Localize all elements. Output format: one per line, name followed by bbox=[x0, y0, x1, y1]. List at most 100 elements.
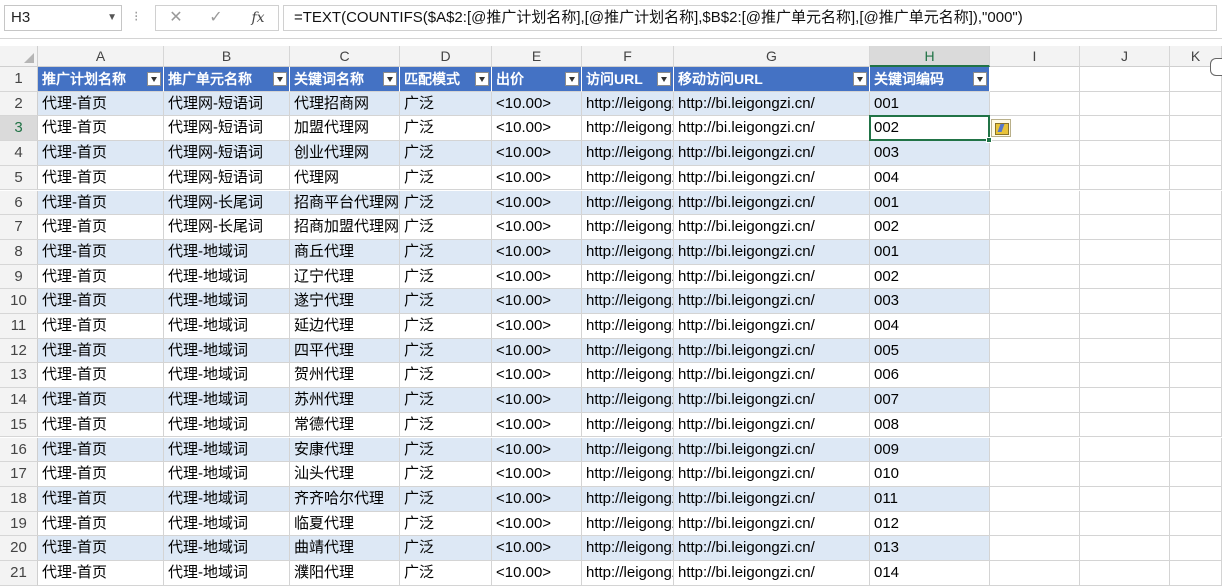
fill-handle[interactable] bbox=[986, 137, 992, 144]
chevron-down-icon[interactable]: ▼ bbox=[107, 6, 117, 30]
table-cell[interactable]: <10.00> bbox=[492, 412, 582, 438]
table-header-cell[interactable]: 推广计划名称 bbox=[38, 67, 164, 92]
column-header-a[interactable]: A bbox=[38, 46, 164, 67]
table-cell[interactable]: 代理-首页 bbox=[38, 116, 164, 142]
table-cell[interactable]: http://bi.leigongzi.cn/ bbox=[674, 314, 870, 339]
table-cell[interactable]: 广泛 bbox=[400, 289, 492, 314]
table-cell[interactable]: <10.00> bbox=[492, 388, 582, 413]
table-cell[interactable]: <10.00> bbox=[492, 141, 582, 166]
empty-cell[interactable] bbox=[990, 462, 1080, 487]
table-cell[interactable]: 四平代理 bbox=[290, 338, 400, 364]
table-cell[interactable]: 代理网-长尾词 bbox=[164, 190, 290, 216]
empty-cell[interactable] bbox=[1170, 338, 1222, 364]
table-cell[interactable]: 012 bbox=[870, 511, 990, 537]
select-all-corner[interactable] bbox=[0, 46, 38, 67]
empty-cell[interactable] bbox=[1170, 536, 1222, 561]
empty-cell[interactable] bbox=[1080, 264, 1170, 290]
table-cell[interactable]: 广泛 bbox=[400, 486, 492, 512]
row-header[interactable]: 12 bbox=[0, 338, 38, 364]
row-header[interactable]: 16 bbox=[0, 437, 38, 463]
column-header-e[interactable]: E bbox=[492, 46, 582, 67]
empty-cell[interactable] bbox=[1170, 511, 1222, 537]
table-cell[interactable]: http://leigongzi.cn/ bbox=[582, 141, 674, 166]
empty-cell[interactable] bbox=[1080, 437, 1170, 463]
table-cell[interactable]: 广泛 bbox=[400, 561, 492, 586]
table-cell[interactable]: 003 bbox=[870, 141, 990, 166]
table-cell[interactable]: http://bi.leigongzi.cn/ bbox=[674, 363, 870, 389]
empty-cell[interactable] bbox=[1080, 116, 1170, 142]
empty-cell[interactable] bbox=[1080, 314, 1170, 339]
table-cell[interactable]: 代理-地域词 bbox=[164, 511, 290, 537]
table-cell[interactable]: 辽宁代理 bbox=[290, 264, 400, 290]
row-header[interactable]: 8 bbox=[0, 239, 38, 265]
table-cell[interactable]: 代理-首页 bbox=[38, 462, 164, 487]
table-cell[interactable]: http://bi.leigongzi.cn/ bbox=[674, 165, 870, 191]
empty-cell[interactable] bbox=[990, 190, 1080, 216]
table-cell[interactable]: 代理-首页 bbox=[38, 141, 164, 166]
table-cell[interactable]: 代理-首页 bbox=[38, 536, 164, 561]
table-cell[interactable]: 广泛 bbox=[400, 141, 492, 166]
table-cell[interactable]: http://bi.leigongzi.cn/ bbox=[674, 338, 870, 364]
table-cell[interactable]: <10.00> bbox=[492, 363, 582, 389]
table-cell[interactable]: <10.00> bbox=[492, 215, 582, 240]
table-header-cell[interactable]: 匹配模式 bbox=[400, 67, 492, 92]
table-cell[interactable]: 001 bbox=[870, 239, 990, 265]
filter-dropdown-icon[interactable] bbox=[383, 72, 397, 86]
table-cell[interactable]: 005 bbox=[870, 338, 990, 364]
table-cell[interactable]: 001 bbox=[870, 91, 990, 117]
row-header[interactable]: 14 bbox=[0, 388, 38, 413]
table-cell[interactable]: 003 bbox=[870, 289, 990, 314]
table-cell[interactable]: http://leigongzi.cn/ bbox=[582, 511, 674, 537]
empty-cell[interactable] bbox=[1170, 462, 1222, 487]
empty-cell[interactable] bbox=[1080, 561, 1170, 586]
table-cell[interactable]: 002 bbox=[870, 116, 990, 142]
formula-input[interactable]: =TEXT(COUNTIFS($A$2:[@推广计划名称],[@推广计划名称],… bbox=[283, 5, 1217, 31]
table-cell[interactable]: 广泛 bbox=[400, 338, 492, 364]
table-cell[interactable]: 代理-首页 bbox=[38, 338, 164, 364]
row-header[interactable]: 21 bbox=[0, 561, 38, 586]
empty-cell[interactable] bbox=[990, 141, 1080, 166]
table-cell[interactable]: 代理-地域词 bbox=[164, 363, 290, 389]
empty-cell[interactable] bbox=[990, 264, 1080, 290]
empty-cell[interactable] bbox=[1170, 116, 1222, 142]
empty-cell[interactable] bbox=[1170, 165, 1222, 191]
empty-cell[interactable] bbox=[990, 561, 1080, 586]
empty-cell[interactable] bbox=[1080, 239, 1170, 265]
filter-dropdown-icon[interactable] bbox=[853, 72, 867, 86]
table-cell[interactable]: <10.00> bbox=[492, 264, 582, 290]
table-cell[interactable]: <10.00> bbox=[492, 116, 582, 142]
empty-cell[interactable] bbox=[1170, 561, 1222, 586]
table-cell[interactable]: 008 bbox=[870, 412, 990, 438]
empty-cell[interactable] bbox=[1080, 536, 1170, 561]
empty-cell[interactable] bbox=[990, 412, 1080, 438]
column-header-c[interactable]: C bbox=[290, 46, 400, 67]
column-header-i[interactable]: I bbox=[990, 46, 1080, 67]
table-cell[interactable]: 代理网-短语词 bbox=[164, 141, 290, 166]
table-cell[interactable]: 代理-地域词 bbox=[164, 561, 290, 586]
empty-cell[interactable] bbox=[1170, 486, 1222, 512]
table-cell[interactable]: 创业代理网 bbox=[290, 141, 400, 166]
row-header[interactable]: 10 bbox=[0, 289, 38, 314]
table-cell[interactable]: http://bi.leigongzi.cn/ bbox=[674, 412, 870, 438]
empty-cell[interactable] bbox=[990, 511, 1080, 537]
table-cell[interactable]: 001 bbox=[870, 190, 990, 216]
table-cell[interactable]: 广泛 bbox=[400, 363, 492, 389]
empty-cell[interactable] bbox=[1080, 165, 1170, 191]
table-cell[interactable]: 贺州代理 bbox=[290, 363, 400, 389]
table-cell[interactable]: <10.00> bbox=[492, 462, 582, 487]
table-cell[interactable]: 汕头代理 bbox=[290, 462, 400, 487]
row-header[interactable]: 11 bbox=[0, 314, 38, 339]
row-header[interactable]: 15 bbox=[0, 412, 38, 438]
table-cell[interactable]: 代理-首页 bbox=[38, 289, 164, 314]
table-cell[interactable]: 广泛 bbox=[400, 91, 492, 117]
row-header[interactable]: 7 bbox=[0, 215, 38, 240]
empty-cell[interactable] bbox=[1170, 264, 1222, 290]
cancel-icon[interactable]: ✕ bbox=[162, 8, 190, 28]
row-header[interactable]: 1 bbox=[0, 67, 38, 92]
table-cell[interactable]: <10.00> bbox=[492, 511, 582, 537]
table-cell[interactable]: 014 bbox=[870, 561, 990, 586]
row-header[interactable]: 6 bbox=[0, 190, 38, 216]
empty-cell[interactable] bbox=[1080, 289, 1170, 314]
table-header-cell[interactable]: 关键词名称 bbox=[290, 67, 400, 92]
table-cell[interactable]: 代理-地域词 bbox=[164, 338, 290, 364]
